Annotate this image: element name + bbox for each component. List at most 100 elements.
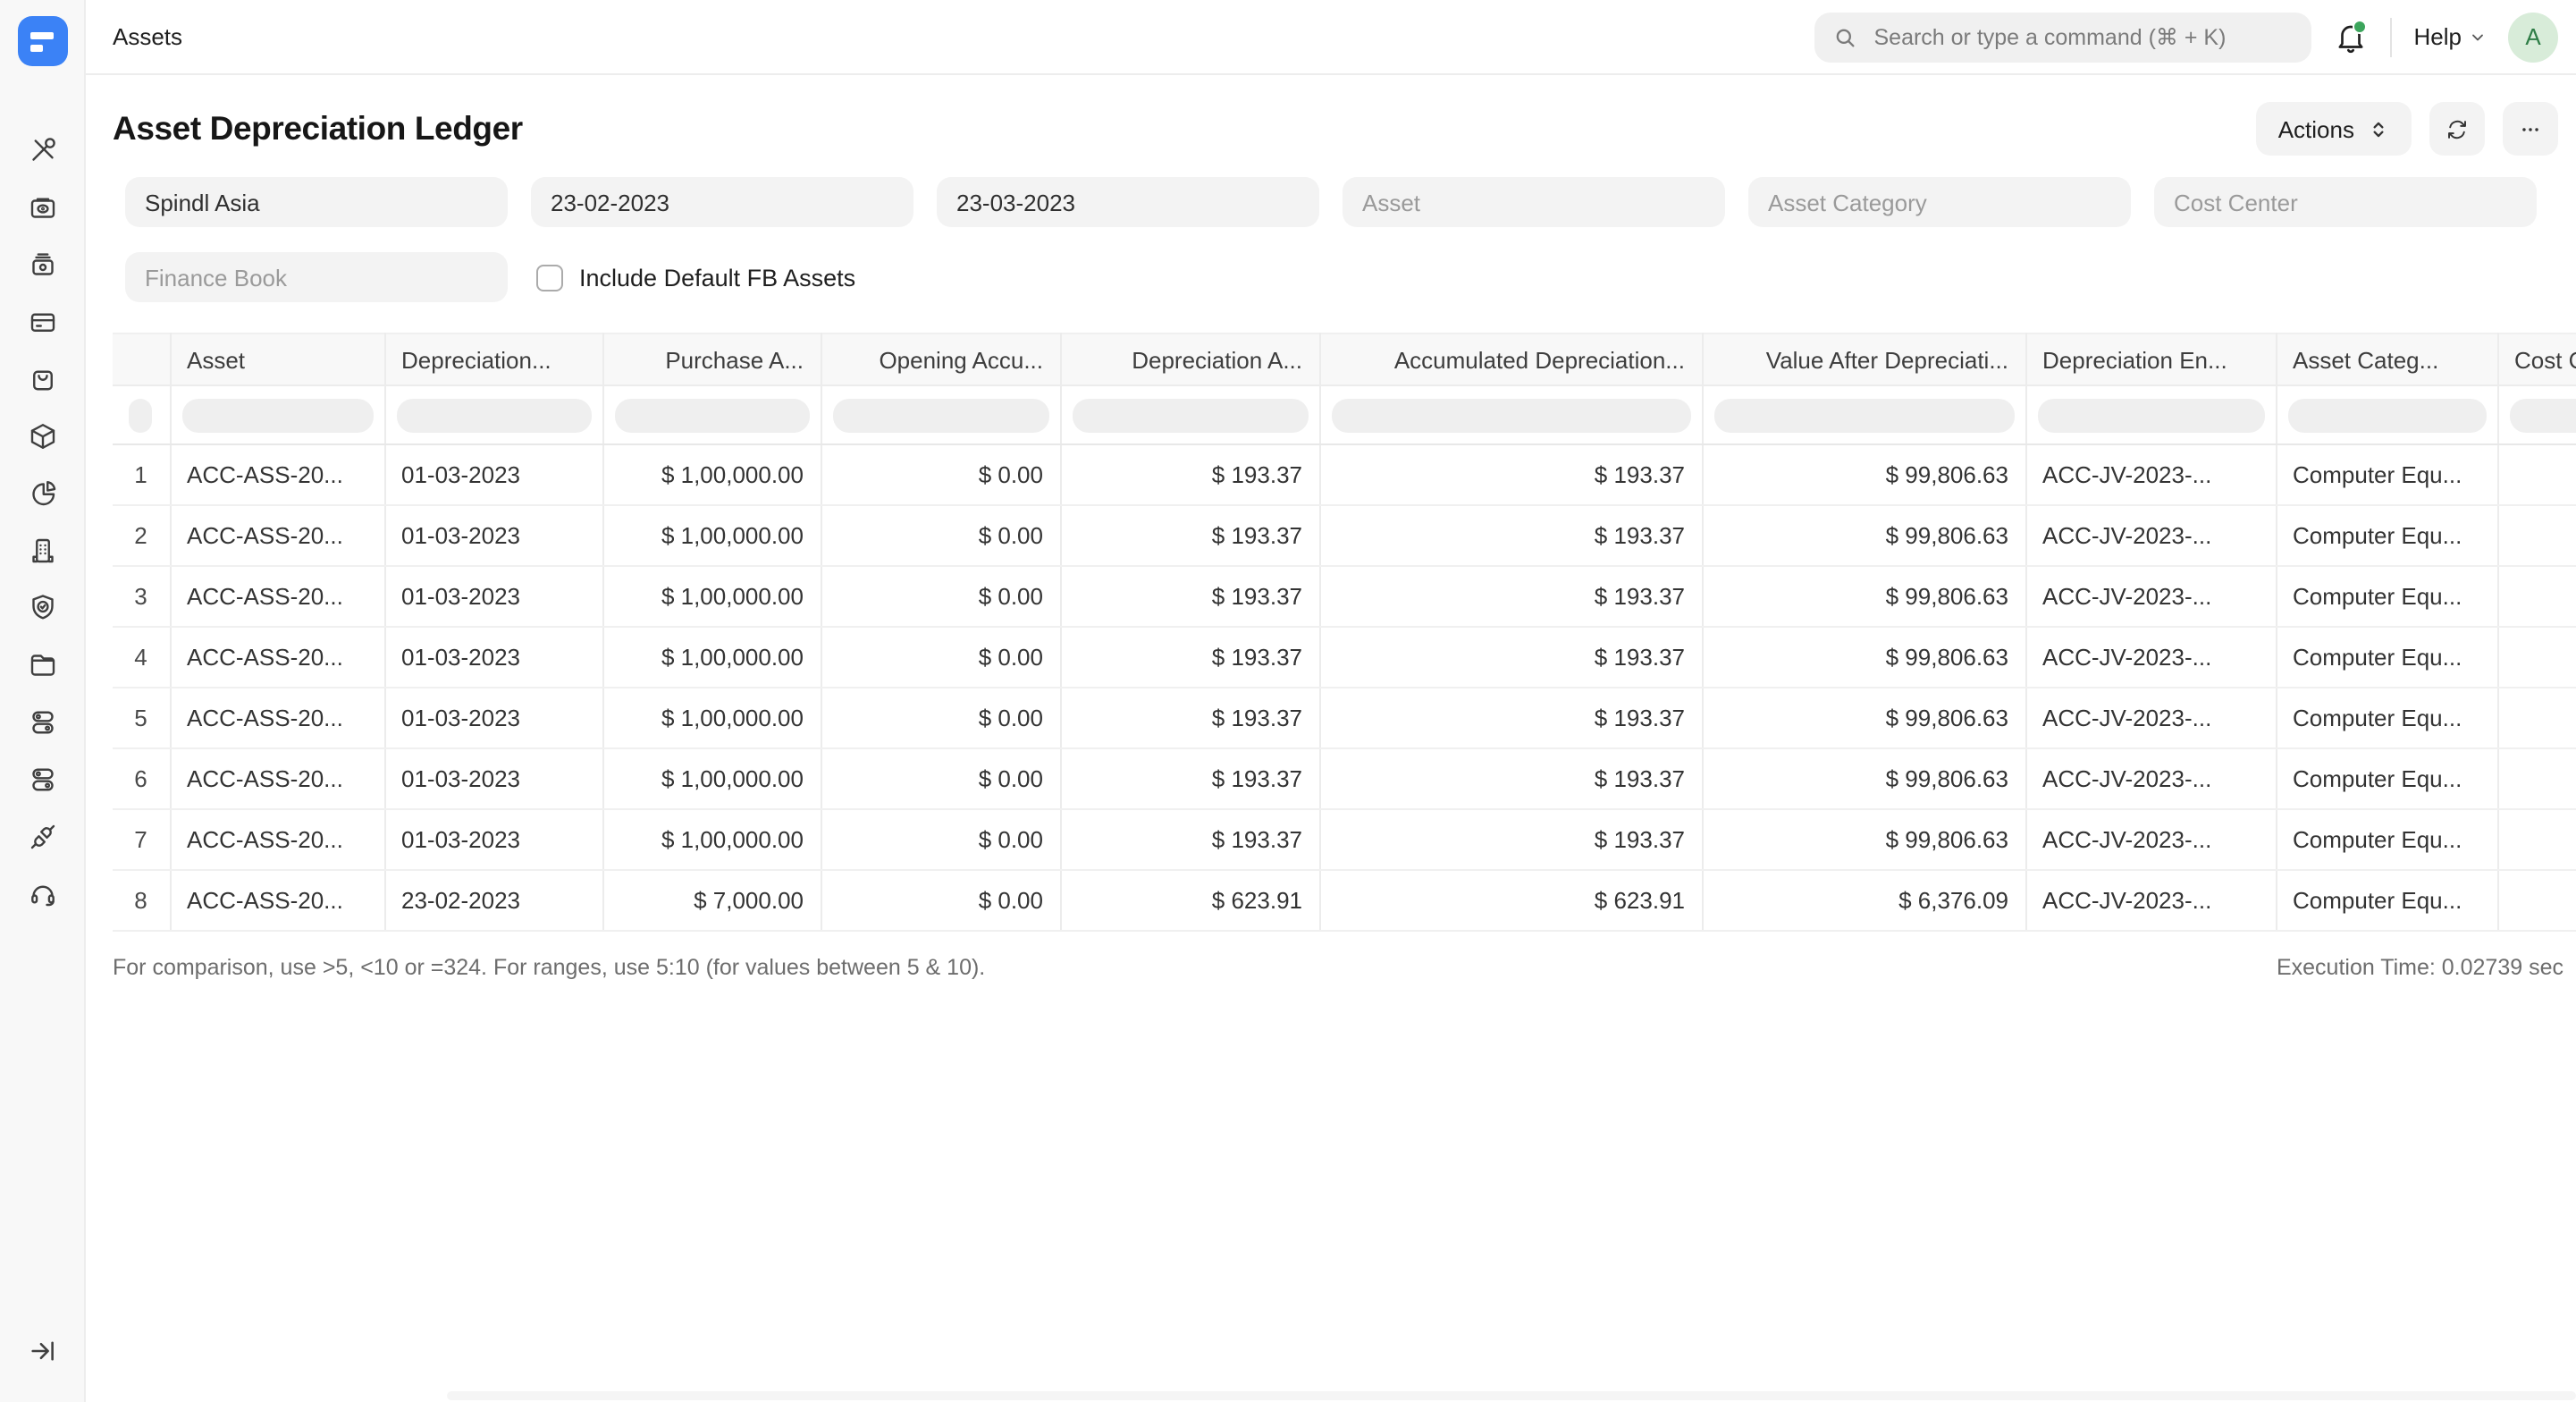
- asset-filter[interactable]: [1343, 177, 1725, 227]
- table-cell[interactable]: $ 623.91: [1319, 870, 1702, 931]
- table-cell[interactable]: Computer Equ...: [2276, 748, 2497, 809]
- column-header[interactable]: Depreciation...: [384, 334, 602, 385]
- building-icon[interactable]: [26, 535, 58, 567]
- table-cell[interactable]: ACC-JV-2023-...: [2025, 566, 2276, 627]
- table-cell[interactable]: [2497, 505, 2576, 566]
- column-header[interactable]: Asset: [170, 334, 384, 385]
- table-cell[interactable]: $ 0.00: [821, 444, 1060, 505]
- table-cell[interactable]: $ 193.37: [1060, 809, 1319, 870]
- table-cell[interactable]: [2497, 444, 2576, 505]
- table-cell[interactable]: $ 1,00,000.00: [602, 688, 821, 748]
- include-default-fb-checkbox[interactable]: Include Default FB Assets: [536, 264, 855, 291]
- table-cell[interactable]: [2497, 809, 2576, 870]
- pie-chart-icon[interactable]: [26, 477, 58, 510]
- table-cell[interactable]: ACC-JV-2023-...: [2025, 748, 2276, 809]
- table-cell[interactable]: $ 193.37: [1319, 809, 1702, 870]
- to-date-filter[interactable]: [937, 177, 1319, 227]
- table-cell[interactable]: $ 99,806.63: [1702, 505, 2025, 566]
- table-cell[interactable]: $ 193.37: [1060, 627, 1319, 688]
- expand-sidebar-icon[interactable]: [27, 1336, 57, 1366]
- column-filter-input[interactable]: [602, 385, 821, 444]
- table-cell[interactable]: $ 1,00,000.00: [602, 566, 821, 627]
- table-cell[interactable]: $ 193.37: [1319, 627, 1702, 688]
- table-cell[interactable]: $ 0.00: [821, 566, 1060, 627]
- table-cell[interactable]: $ 1,00,000.00: [602, 809, 821, 870]
- table-cell[interactable]: ACC-ASS-20...: [170, 627, 384, 688]
- shopping-bag-icon[interactable]: [26, 363, 58, 395]
- table-cell[interactable]: ACC-JV-2023-...: [2025, 627, 2276, 688]
- plug-icon[interactable]: [26, 821, 58, 853]
- table-cell[interactable]: $ 193.37: [1060, 566, 1319, 627]
- table-cell[interactable]: $ 6,376.09: [1702, 870, 2025, 931]
- toggles-icon-2[interactable]: [26, 764, 58, 796]
- column-header[interactable]: Depreciation A...: [1060, 334, 1319, 385]
- checkbox-box[interactable]: [536, 264, 563, 291]
- table-cell[interactable]: $ 1,00,000.00: [602, 444, 821, 505]
- asset-category-filter[interactable]: [1748, 177, 2131, 227]
- table-cell[interactable]: Computer Equ...: [2276, 870, 2497, 931]
- table-cell[interactable]: $ 193.37: [1319, 444, 1702, 505]
- column-header[interactable]: Value After Depreciati...: [1702, 334, 2025, 385]
- column-header[interactable]: Asset Categ...: [2276, 334, 2497, 385]
- table-cell[interactable]: Computer Equ...: [2276, 566, 2497, 627]
- table-cell[interactable]: Computer Equ...: [2276, 809, 2497, 870]
- column-filter-input[interactable]: [2025, 385, 2276, 444]
- table-cell[interactable]: $ 99,806.63: [1702, 688, 2025, 748]
- column-header[interactable]: Opening Accu...: [821, 334, 1060, 385]
- table-cell[interactable]: $ 99,806.63: [1702, 809, 2025, 870]
- tools-icon[interactable]: [26, 134, 58, 166]
- cost-center-filter[interactable]: [2154, 177, 2537, 227]
- avatar[interactable]: A: [2508, 12, 2558, 62]
- table-cell[interactable]: ACC-ASS-20...: [170, 505, 384, 566]
- breadcrumb[interactable]: Assets: [113, 23, 182, 50]
- table-cell[interactable]: $ 193.37: [1060, 748, 1319, 809]
- table-cell[interactable]: $ 1,00,000.00: [602, 505, 821, 566]
- table-cell[interactable]: $ 0.00: [821, 870, 1060, 931]
- column-header[interactable]: Cost Center: [2497, 334, 2576, 385]
- from-date-filter[interactable]: [531, 177, 913, 227]
- search-input[interactable]: [1871, 22, 2294, 51]
- column-filter-input[interactable]: [170, 385, 384, 444]
- package-icon[interactable]: [26, 420, 58, 452]
- table-cell[interactable]: [2497, 748, 2576, 809]
- table-cell[interactable]: $ 623.91: [1060, 870, 1319, 931]
- table-cell[interactable]: Computer Equ...: [2276, 688, 2497, 748]
- table-cell[interactable]: 23-02-2023: [384, 870, 602, 931]
- notifications-bell-icon[interactable]: [2334, 19, 2370, 55]
- table-cell[interactable]: $ 0.00: [821, 627, 1060, 688]
- table-cell[interactable]: 01-03-2023: [384, 688, 602, 748]
- table-cell[interactable]: $ 0.00: [821, 809, 1060, 870]
- column-filter-input[interactable]: [1060, 385, 1319, 444]
- table-cell[interactable]: $ 1,00,000.00: [602, 748, 821, 809]
- column-header[interactable]: Accumulated Depreciation...: [1319, 334, 1702, 385]
- table-cell[interactable]: $ 193.37: [1060, 688, 1319, 748]
- column-filter-input[interactable]: [2497, 385, 2576, 444]
- table-cell[interactable]: $ 99,806.63: [1702, 627, 2025, 688]
- table-cell[interactable]: $ 7,000.00: [602, 870, 821, 931]
- table-cell[interactable]: $ 193.37: [1319, 688, 1702, 748]
- column-filter-input[interactable]: [2276, 385, 2497, 444]
- table-cell[interactable]: ACC-JV-2023-...: [2025, 505, 2276, 566]
- toggles-icon[interactable]: [26, 706, 58, 739]
- table-cell[interactable]: 01-03-2023: [384, 566, 602, 627]
- table-cell[interactable]: ACC-ASS-20...: [170, 444, 384, 505]
- table-cell[interactable]: ACC-JV-2023-...: [2025, 870, 2276, 931]
- table-cell[interactable]: $ 1,00,000.00: [602, 627, 821, 688]
- table-cell[interactable]: [2497, 688, 2576, 748]
- table-cell[interactable]: ACC-JV-2023-...: [2025, 444, 2276, 505]
- column-filter-input[interactable]: [1702, 385, 2025, 444]
- money-case-icon[interactable]: [26, 191, 58, 224]
- table-cell[interactable]: [2497, 627, 2576, 688]
- table-cell[interactable]: ACC-ASS-20...: [170, 870, 384, 931]
- app-logo[interactable]: [17, 16, 67, 66]
- table-cell[interactable]: $ 193.37: [1060, 444, 1319, 505]
- column-header[interactable]: Depreciation En...: [2025, 334, 2276, 385]
- folder-icon[interactable]: [26, 649, 58, 681]
- table-cell[interactable]: $ 0.00: [821, 505, 1060, 566]
- row-number-filter[interactable]: [113, 385, 170, 444]
- table-cell[interactable]: 01-03-2023: [384, 748, 602, 809]
- camera-box-icon[interactable]: [26, 249, 58, 281]
- table-cell[interactable]: ACC-ASS-20...: [170, 566, 384, 627]
- column-filter-input[interactable]: [384, 385, 602, 444]
- table-cell[interactable]: 01-03-2023: [384, 505, 602, 566]
